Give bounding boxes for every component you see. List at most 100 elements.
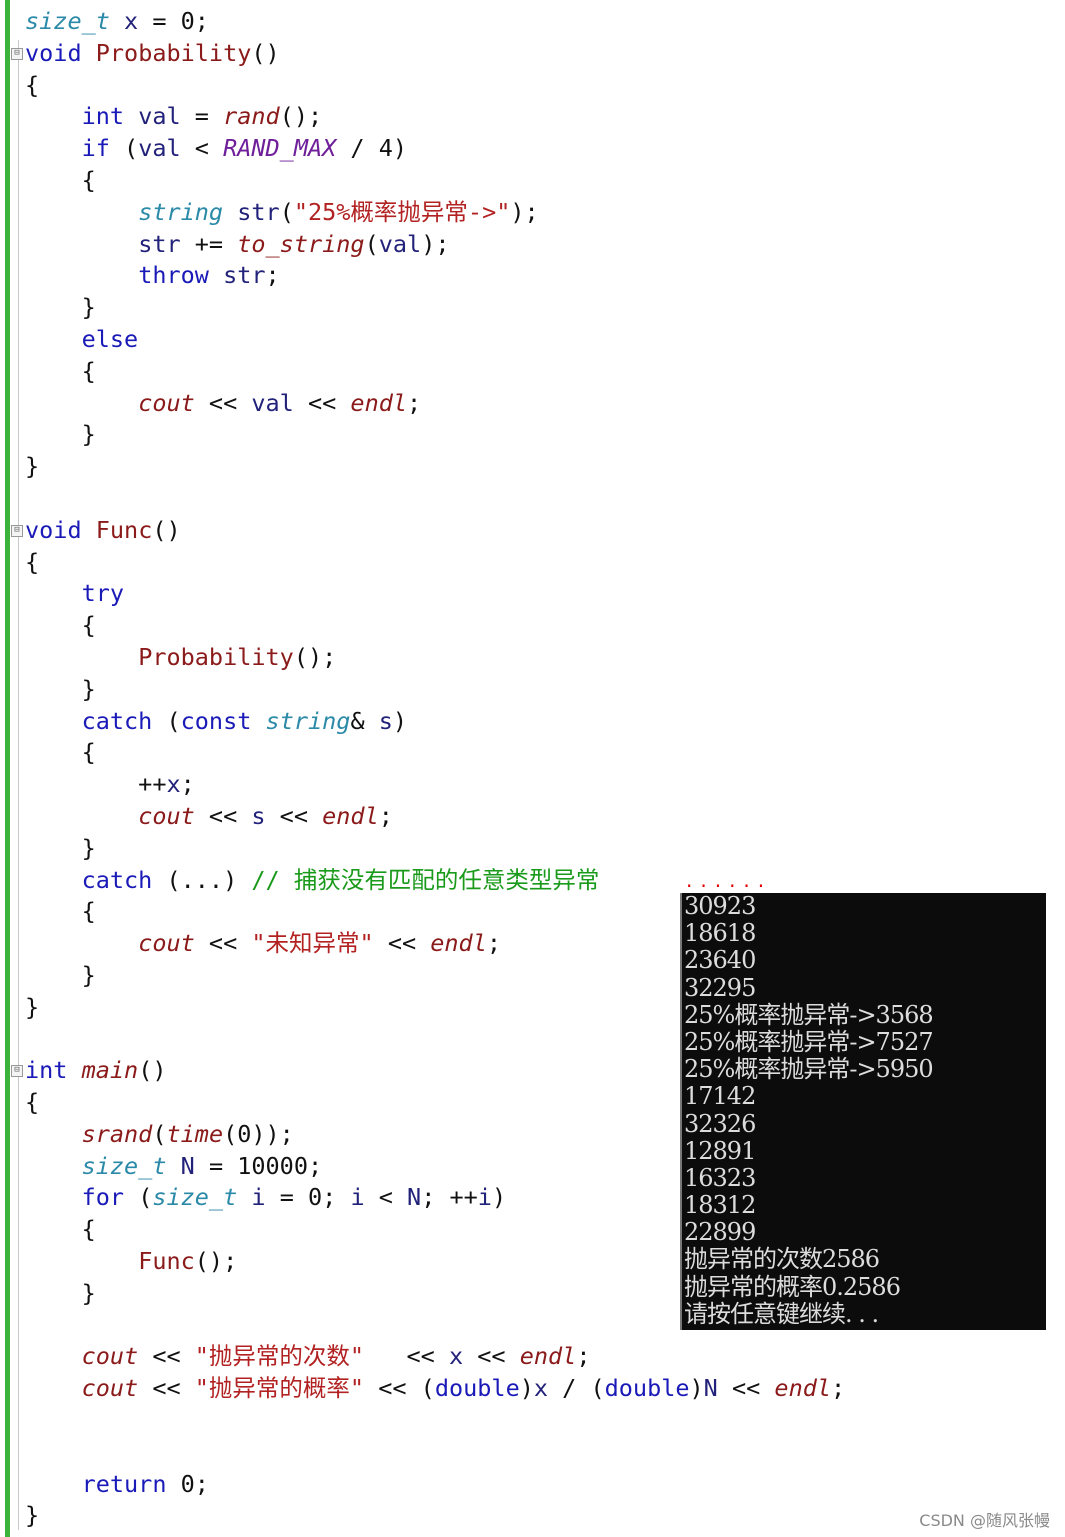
console-line: 25%概率抛异常->3568 xyxy=(684,1000,934,1029)
code-token: s xyxy=(251,801,266,830)
code-line: int val = rand(); xyxy=(25,101,845,133)
code-token: (...) xyxy=(152,865,252,894)
code-token: Func xyxy=(138,1247,195,1276)
code-token: { xyxy=(25,1215,96,1244)
code-token: void xyxy=(25,38,82,67)
code-token: else xyxy=(81,324,139,353)
code-token: () xyxy=(138,1056,167,1085)
code-token: } xyxy=(25,1501,40,1530)
code-token: { xyxy=(25,611,96,640)
code-token: "未知异常" xyxy=(251,929,374,958)
code-token: () xyxy=(152,515,181,544)
code-token: } xyxy=(25,674,96,703)
code-token: ( xyxy=(152,1119,167,1148)
code-token: try xyxy=(81,579,125,608)
code-token: time xyxy=(166,1119,224,1148)
code-line: size_t x = 0; xyxy=(25,6,845,38)
console-line: 16323 xyxy=(684,1163,756,1192)
code-token: throw xyxy=(138,261,209,290)
console-line: 22899 xyxy=(684,1218,756,1247)
code-token: << ( xyxy=(364,1374,435,1403)
fold-toggle-icon[interactable]: ⊟ xyxy=(11,524,23,537)
code-token: () xyxy=(251,38,280,67)
code-token: endl xyxy=(774,1374,832,1403)
code-token: val xyxy=(138,102,181,131)
code-token: s xyxy=(378,706,393,735)
console-line: 23640 xyxy=(684,946,756,975)
code-token: ); xyxy=(510,197,539,226)
code-token: size_t xyxy=(81,1151,167,1180)
code-token: { xyxy=(25,738,96,767)
console-line: 25%概率抛异常->7527 xyxy=(684,1027,934,1056)
code-token: return xyxy=(81,1469,167,1498)
code-token: ( xyxy=(364,229,379,258)
fold-toggle-icon[interactable]: ⊟ xyxy=(11,1065,23,1078)
code-line: cout << s << endl; xyxy=(25,801,845,833)
code-token: "25%概率抛异常->" xyxy=(293,197,511,226)
code-token: ( xyxy=(279,197,294,226)
code-line: ++x; xyxy=(25,769,845,801)
code-token: for xyxy=(81,1183,125,1212)
code-line: { xyxy=(25,737,845,769)
code-token: = 10000; xyxy=(194,1151,323,1180)
code-token: } xyxy=(25,293,96,322)
code-token: } xyxy=(25,833,96,862)
code-token: rand xyxy=(223,102,280,131)
code-line: } xyxy=(25,419,845,451)
code-token: ) xyxy=(519,1374,534,1403)
code-token: val xyxy=(378,229,422,258)
console-line: 25%概率抛异常->5950 xyxy=(684,1055,934,1084)
code-token: const xyxy=(180,706,252,735)
console-line: 32326 xyxy=(684,1109,756,1138)
code-token: endl xyxy=(322,801,379,830)
code-token: Probability xyxy=(138,642,294,671)
code-token: (); xyxy=(194,1247,238,1276)
code-token: ) xyxy=(689,1374,704,1403)
code-token: } xyxy=(25,420,96,449)
code-token: (0)); xyxy=(223,1119,294,1148)
console-line: 抛异常的次数2586 xyxy=(684,1245,880,1274)
code-token: cout xyxy=(138,388,195,417)
code-token: cout xyxy=(81,1374,139,1403)
code-token: double xyxy=(434,1374,520,1403)
console-line: 32295 xyxy=(684,973,756,1002)
code-token: N xyxy=(407,1183,422,1212)
code-token: { xyxy=(25,547,40,576)
code-token: i xyxy=(251,1183,266,1212)
code-token: ; xyxy=(378,801,393,830)
code-token: main xyxy=(81,1056,139,1085)
code-line: try xyxy=(25,578,845,610)
code-line: { xyxy=(25,70,845,102)
code-token: << xyxy=(293,388,351,417)
code-token: srand xyxy=(81,1119,153,1148)
code-token: int xyxy=(81,102,125,131)
console-line: 18618 xyxy=(684,919,756,948)
code-token: size_t xyxy=(25,7,110,35)
code-token: (); xyxy=(293,642,337,671)
code-token: endl xyxy=(519,1342,577,1371)
fold-toggle-icon[interactable]: ⊟ xyxy=(11,47,23,60)
code-token: << xyxy=(138,1374,195,1403)
code-token: N xyxy=(180,1151,195,1180)
code-token: str xyxy=(237,197,280,226)
code-line: void Probability() xyxy=(25,38,845,70)
code-token: ; xyxy=(486,929,502,958)
code-line: return 0; xyxy=(25,1469,845,1501)
